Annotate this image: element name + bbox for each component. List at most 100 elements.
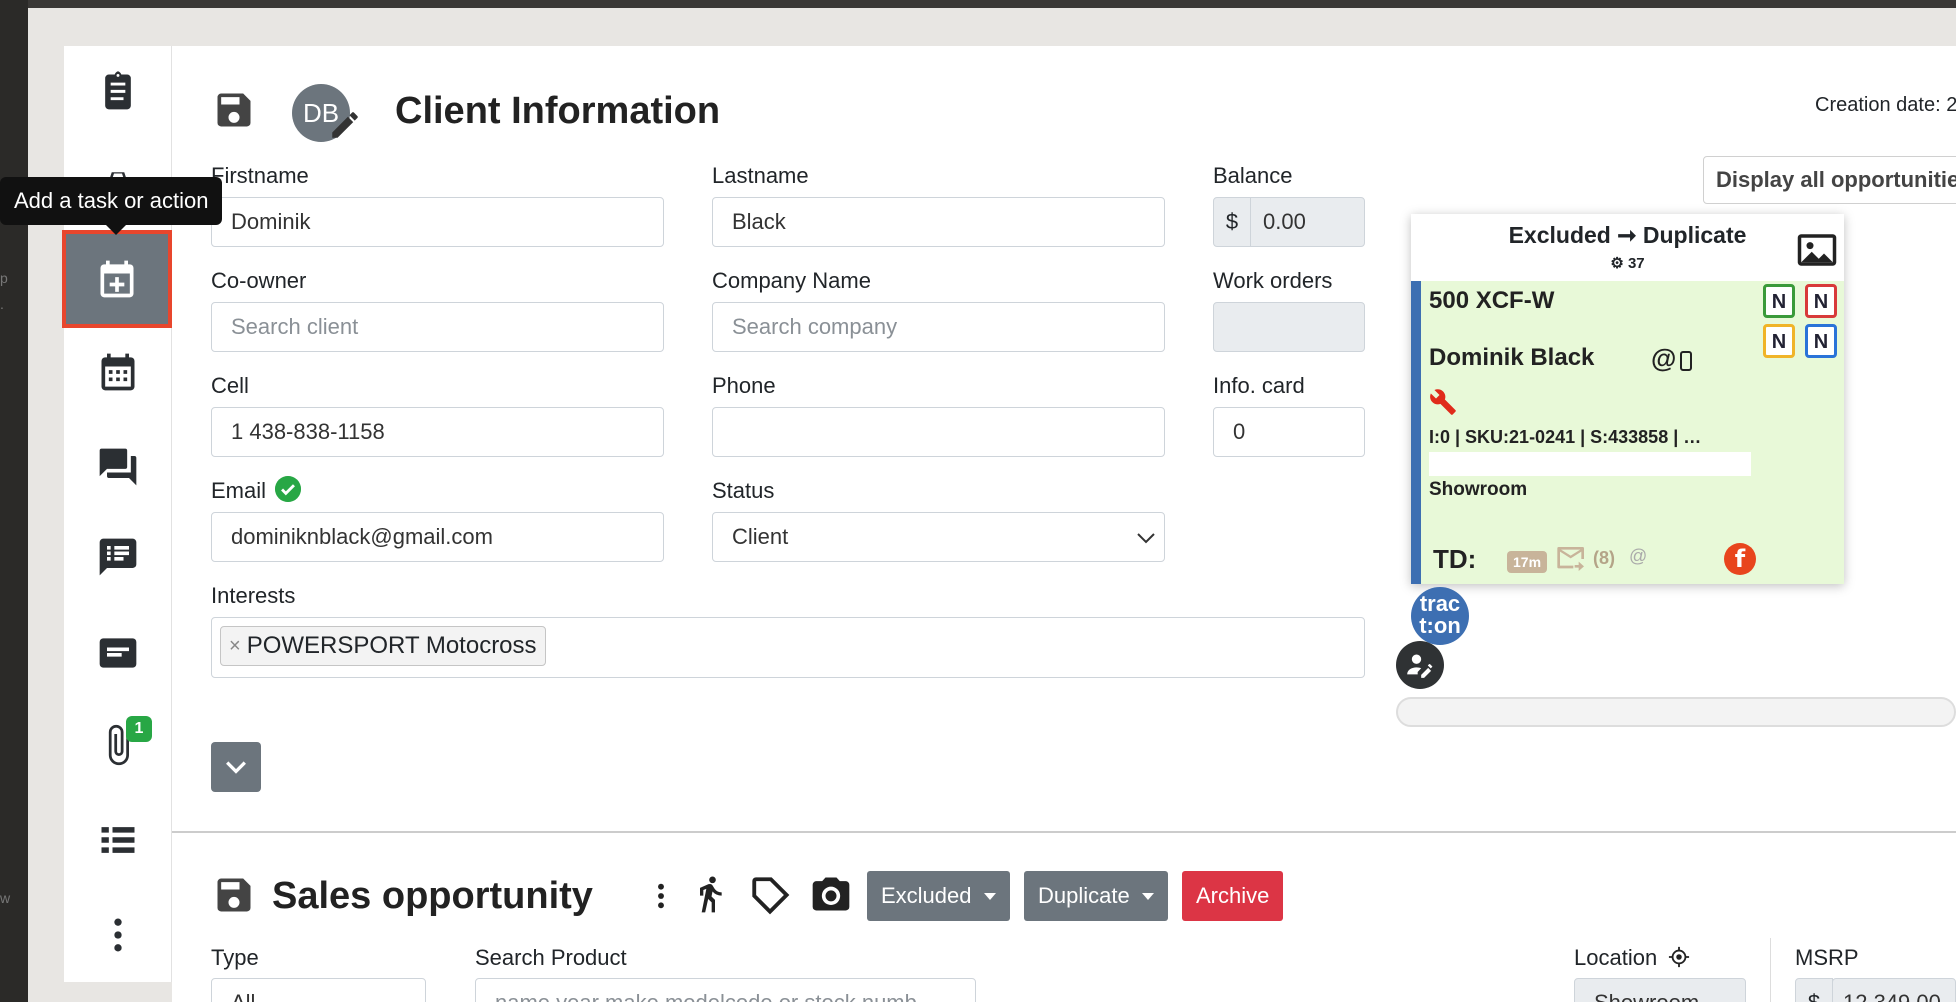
email-forward-icon <box>1557 547 1584 571</box>
email-label: Email <box>211 478 267 503</box>
company-search-input[interactable]: Search company <box>712 302 1165 352</box>
chevron-down-icon <box>1137 533 1155 544</box>
n-calendar-green[interactable]: N <box>1763 284 1795 318</box>
more-vertical-icon[interactable] <box>645 876 677 916</box>
card-stock-line: I:0 | SKU:21-0241 | S:433858 | … <box>1429 427 1702 447</box>
sidebar-calendar-button[interactable] <box>64 327 172 417</box>
attachments-count-badge: 1 <box>126 716 152 742</box>
ghost-text: w <box>0 890 11 906</box>
remove-tag-icon[interactable]: × <box>229 635 241 658</box>
card-at-small: @ <box>1629 546 1648 566</box>
card-vehicle: 500 XCF-W <box>1429 287 1555 314</box>
firstname-input[interactable]: Dominik <box>211 197 664 247</box>
camera-icon[interactable] <box>808 872 854 916</box>
card-count-value: 37 <box>1627 255 1645 272</box>
search-product-label: Search Product <box>475 945 627 970</box>
lastname-label: Lastname <box>712 163 809 188</box>
company-label: Company Name <box>712 268 871 293</box>
duplicate-dropdown-button[interactable]: Duplicate <box>1024 871 1168 921</box>
sidebar-more-button[interactable] <box>64 890 172 980</box>
tag-icon[interactable] <box>749 874 791 916</box>
cell-input[interactable]: 1 438-838-1158 <box>211 407 664 457</box>
card-location: Showroom <box>1429 479 1528 500</box>
walk-in-icon[interactable] <box>690 870 730 918</box>
balance-currency: $ <box>1213 197 1251 247</box>
duplicate-label: Duplicate <box>1038 883 1130 908</box>
save-opportunity-icon[interactable] <box>212 873 256 917</box>
window-top-bar <box>0 0 1956 8</box>
interest-tag-label: POWERSPORT Motocross <box>246 632 537 659</box>
image-icon[interactable] <box>1796 232 1838 268</box>
coowner-label: Co-owner <box>211 268 307 293</box>
tracton-logo[interactable]: trac t:on <box>1411 587 1469 645</box>
calendar-plus-icon <box>100 260 134 298</box>
message-icon <box>99 638 137 668</box>
message-count: (8) <box>1593 548 1615 568</box>
card-client-name: Dominik Black <box>1429 344 1595 371</box>
caret-down-icon <box>983 892 996 900</box>
sidebar-tasks-button[interactable] <box>64 46 172 136</box>
sidebar-attachments-button[interactable]: 1 <box>64 700 172 790</box>
cell-label: Cell <box>211 373 249 398</box>
opportunity-card[interactable]: Excluded ➞ Duplicate ⚙ 37 500 XCF-W Domi… <box>1411 214 1844 584</box>
sidebar-add-task-button[interactable] <box>62 230 172 328</box>
verified-check-icon <box>275 476 301 502</box>
email-input[interactable]: dominiknblack@gmail.com <box>211 512 664 562</box>
comment-list-icon <box>99 538 137 576</box>
crosshair-icon[interactable] <box>1668 946 1690 968</box>
balance-input: 0.00 <box>1250 197 1365 247</box>
firstname-label: Firstname <box>211 163 309 188</box>
card-status-title: Excluded ➞ Duplicate <box>1508 222 1747 248</box>
coowner-search-input[interactable]: Search client <box>211 302 664 352</box>
section-divider <box>172 831 1956 833</box>
n-calendar-blue[interactable]: N <box>1805 324 1837 358</box>
clipboard-list-icon <box>105 71 131 110</box>
save-client-icon[interactable] <box>212 88 256 132</box>
msrp-input[interactable]: 12 349.00 <box>1832 978 1956 1002</box>
sidebar-conversations-button[interactable] <box>64 422 172 512</box>
balance-label: Balance <box>1213 163 1293 188</box>
type-value: All <box>231 990 255 1002</box>
card-blank-field <box>1429 452 1751 476</box>
expand-more-button[interactable] <box>211 742 261 792</box>
mobile-phone-icon <box>1680 351 1692 371</box>
sidebar-notes-button[interactable] <box>64 512 172 602</box>
phone-label: Phone <box>712 373 776 398</box>
creation-date: Creation date: 2 <box>1815 94 1956 116</box>
pencil-icon[interactable] <box>328 108 362 142</box>
search-product-input[interactable]: name year make modelcode or stock numb <box>475 978 976 1002</box>
location-select[interactable]: Showroom <box>1574 978 1746 1002</box>
n-calendar-red[interactable]: N <box>1805 284 1837 318</box>
wrench-icon <box>1430 389 1456 415</box>
sidebar-messages-button[interactable] <box>64 608 172 698</box>
location-label: Location <box>1574 945 1658 970</box>
msrp-label: MSRP <box>1795 945 1859 970</box>
user-edit-icon <box>1407 654 1433 678</box>
ghost-text: p <box>0 270 8 286</box>
type-label: Type <box>211 945 259 970</box>
column-divider <box>1770 938 1771 1002</box>
horizontal-scrollbar[interactable] <box>1396 697 1956 727</box>
chat-bubbles-icon <box>99 448 137 486</box>
sidebar-list-button[interactable] <box>64 795 172 885</box>
info-card-label: Info. card <box>1213 373 1305 398</box>
excluded-label: Excluded <box>881 883 972 908</box>
interest-tag[interactable]: × POWERSPORT Motocross <box>220 626 546 666</box>
lastname-input[interactable]: Black <box>712 197 1165 247</box>
archive-button[interactable]: Archive <box>1182 871 1284 921</box>
excluded-dropdown-button[interactable]: Excluded <box>867 871 1010 921</box>
display-all-opportunities-button[interactable]: Display all opportunities <box>1703 156 1956 204</box>
type-select[interactable]: All <box>211 978 426 1002</box>
assign-user-button[interactable] <box>1396 641 1444 689</box>
time-pill: 17m <box>1507 551 1548 573</box>
caret-down-icon <box>1141 892 1154 900</box>
ghost-text: . <box>0 296 4 312</box>
tooltip: Add a task or action <box>0 177 223 235</box>
n-calendar-yellow[interactable]: N <box>1763 324 1795 358</box>
info-card-input[interactable]: 0 <box>1213 407 1365 457</box>
page-title: Client Information <box>395 90 721 132</box>
facebook-icon[interactable]: f <box>1724 543 1756 575</box>
phone-input[interactable] <box>712 407 1165 457</box>
card-header: Excluded ➞ Duplicate ⚙ 37 <box>1411 214 1844 281</box>
status-select[interactable]: Client <box>712 512 1165 562</box>
